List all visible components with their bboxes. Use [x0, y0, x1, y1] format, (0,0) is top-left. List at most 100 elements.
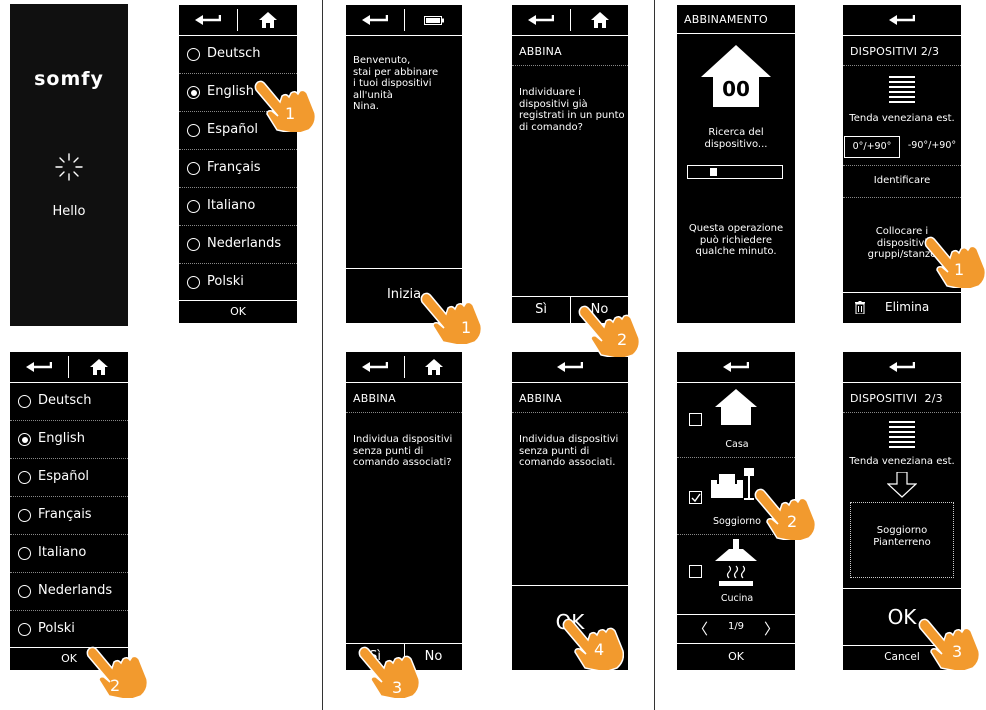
language-option[interactable]: Italiano	[10, 535, 128, 573]
hand-pointer-icon	[578, 305, 640, 357]
ok-label: OK	[230, 305, 246, 318]
loading-spinner-icon	[55, 153, 83, 181]
angle-option-1[interactable]: 0°/+90°	[844, 136, 900, 158]
search-status: Ricerca del dispositivo...	[704, 127, 768, 150]
duration-note: Questa operazione può richiedere qualche…	[688, 223, 784, 257]
kitchen-hood-icon	[715, 539, 757, 586]
back-arrow-icon	[26, 362, 52, 372]
abbina-question-screen: ABBINA Individuare i dispositivi già reg…	[512, 5, 628, 323]
language-label: Italiano	[207, 198, 256, 213]
language-option[interactable]: Español	[10, 459, 128, 497]
room-item-casa[interactable]: Casa	[677, 383, 795, 458]
top-bar	[512, 5, 628, 36]
identify-label: Identificare	[873, 175, 931, 186]
battery-icon	[423, 15, 444, 25]
language-option[interactable]: Deutsch	[10, 383, 128, 421]
screen-title: ABBINAMENTO	[684, 13, 768, 26]
angle-label: 0°/+90°	[852, 141, 892, 152]
back-button[interactable]	[512, 5, 570, 35]
language-label: Español	[207, 122, 259, 137]
checkbox[interactable]	[689, 565, 702, 578]
welcome-text: Benvenuto, stai per abbinare i tuoi disp…	[353, 55, 439, 112]
back-arrow-icon	[723, 362, 749, 372]
section-divider-1	[322, 0, 323, 710]
language-label: Nederlands	[38, 583, 113, 598]
room-item-cucina[interactable]: Cucina	[677, 535, 795, 607]
info-text: Individua dispositivi senza punti di com…	[519, 434, 619, 468]
home-button[interactable]	[405, 352, 462, 382]
language-option[interactable]: English	[10, 421, 128, 459]
radio-icon	[18, 509, 31, 522]
home-icon	[424, 359, 443, 375]
language-label: Polski	[38, 621, 75, 636]
back-button[interactable]	[179, 5, 237, 35]
yes-button[interactable]: Sì	[512, 297, 570, 323]
ok-button[interactable]: OK	[179, 300, 297, 323]
radio-icon	[187, 238, 200, 251]
home-icon	[590, 12, 609, 28]
device-count: 00	[722, 77, 750, 101]
language-option[interactable]: Polski	[10, 611, 128, 648]
language-label: Français	[38, 507, 92, 522]
somfy-logo: somfy	[34, 68, 104, 90]
delete-button[interactable]: Elimina	[843, 292, 961, 323]
radio-icon	[18, 395, 31, 408]
chevron-right-icon[interactable]: 〉	[764, 618, 779, 639]
back-arrow-icon	[362, 362, 388, 372]
question-text: Individuare i dispositivi già registrati…	[519, 87, 625, 133]
radio-icon	[187, 162, 200, 175]
language-option[interactable]: Nederlands	[10, 573, 128, 611]
venetian-blind-icon	[889, 421, 915, 448]
radio-icon	[18, 471, 31, 484]
language-option[interactable]: Italiano	[179, 188, 297, 226]
screen-title: DISPOSITIVI 2/3	[850, 45, 940, 58]
checkbox[interactable]	[689, 491, 702, 504]
back-button[interactable]	[10, 352, 68, 382]
title-divider	[346, 412, 462, 413]
radio-icon	[18, 585, 31, 598]
title-divider	[512, 412, 628, 413]
trash-icon	[855, 301, 865, 314]
section-divider-2	[654, 0, 655, 710]
hand-pointer-icon	[420, 292, 482, 344]
language-option[interactable]: Nederlands	[179, 226, 297, 264]
language-option[interactable]: Polski	[179, 264, 297, 301]
step-number: 4	[594, 640, 605, 659]
back-button[interactable]	[843, 352, 961, 382]
title-divider	[677, 33, 795, 34]
step-number: 2	[787, 512, 798, 531]
home-button[interactable]	[571, 5, 628, 35]
device-name: Tenda veneziana est.	[849, 456, 955, 467]
home-button[interactable]	[238, 5, 297, 35]
back-arrow-icon	[889, 15, 915, 25]
language-screen-bottom: Deutsch English Español Français Italian…	[10, 352, 128, 670]
radio-icon	[187, 48, 200, 61]
home-button[interactable]	[69, 352, 128, 382]
back-arrow-icon	[195, 15, 221, 25]
back-button[interactable]	[346, 5, 404, 35]
device-name: Tenda veneziana est.	[849, 113, 955, 124]
title-divider	[843, 412, 961, 413]
back-button[interactable]	[843, 5, 961, 35]
language-option[interactable]: Français	[179, 150, 297, 188]
language-label: English	[207, 84, 254, 99]
radio-icon	[18, 547, 31, 560]
identify-button[interactable]: Identificare	[843, 166, 961, 196]
language-label: Español	[38, 469, 90, 484]
language-option[interactable]: Français	[10, 497, 128, 535]
language-option[interactable]: Deutsch	[179, 36, 297, 74]
screen-title: ABBINA	[519, 392, 562, 405]
checkbox[interactable]	[689, 413, 702, 426]
back-button[interactable]	[677, 352, 795, 382]
language-screen-top: Deutsch English Español Français Italian…	[179, 5, 297, 323]
sofa-lamp-icon	[711, 468, 754, 500]
checkmark-icon	[691, 493, 701, 503]
step-number: 1	[285, 104, 296, 123]
step-number: 1	[954, 260, 965, 279]
radio-icon	[187, 124, 200, 137]
language-label: Français	[207, 160, 261, 175]
top-bar	[10, 352, 128, 383]
angle-option-2[interactable]: -90°/+90°	[903, 136, 961, 158]
ok-button[interactable]: OK	[677, 643, 795, 670]
back-button[interactable]	[346, 352, 404, 382]
